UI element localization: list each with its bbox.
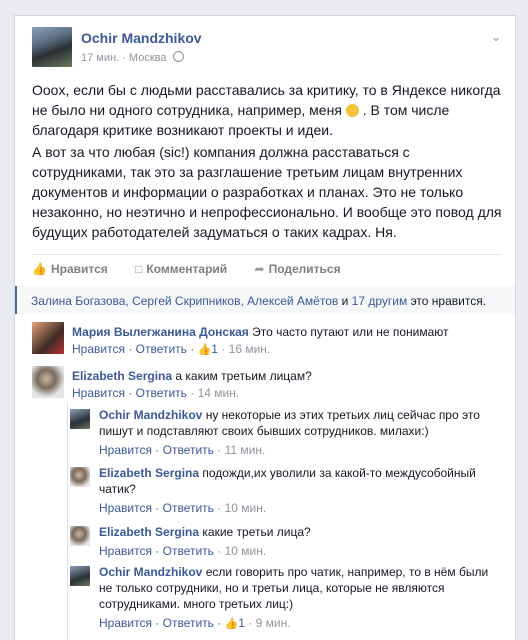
- reply-like-count[interactable]: 1: [238, 616, 245, 630]
- reply-body: Ochir Mandzhikov ну некоторые из этих тр…: [99, 407, 504, 458]
- comment-footer: Нравится · Ответить · 👍1 · 16 мин.: [72, 342, 271, 356]
- comment-label: Комментарий: [146, 262, 228, 276]
- replier-avatar[interactable]: [70, 526, 90, 546]
- author-avatar[interactable]: [32, 27, 72, 67]
- comment-author[interactable]: Мария Вылегжанина Донская: [72, 325, 249, 339]
- replier-avatar[interactable]: [70, 409, 90, 429]
- comment-author[interactable]: Elizabeth Sergina: [72, 369, 172, 383]
- reply-like-link[interactable]: Нравится: [99, 544, 152, 558]
- comment-body: Мария Вылегжанина Донская Это часто пута…: [72, 324, 502, 358]
- replies-thread-line: [67, 403, 68, 640]
- reply-reply-link[interactable]: Ответить: [163, 501, 214, 515]
- post-paragraph-1: Оооx, если бы с людьми расставались за к…: [32, 80, 502, 140]
- commenter-avatar[interactable]: [32, 366, 64, 398]
- reply-time[interactable]: 9 мин.: [256, 616, 291, 630]
- reply-like-link[interactable]: Нравится: [99, 616, 152, 630]
- comment-time[interactable]: 16 мин.: [229, 342, 271, 356]
- comment-reply-link[interactable]: Ответить: [136, 386, 187, 400]
- reply-author[interactable]: Ochir Mandzhikov: [99, 565, 202, 579]
- divider: [32, 254, 502, 255]
- share-button[interactable]: ➦ Поделиться: [255, 262, 341, 276]
- share-label: Поделиться: [268, 262, 341, 276]
- comment-time[interactable]: 14 мин.: [198, 386, 240, 400]
- comment-button[interactable]: □ Комментарий: [135, 262, 227, 276]
- post-author[interactable]: Ochir Mandzhikov: [81, 30, 202, 46]
- like-label: Нравится: [50, 262, 108, 276]
- post-paragraph-2: А вот за что любая (sic!) компания должн…: [32, 144, 502, 240]
- replier-avatar[interactable]: [70, 566, 90, 586]
- likes-and: и: [341, 294, 349, 308]
- likes-summary: Залина Богазова, Сергей Скрипников, Алек…: [15, 286, 515, 314]
- likers-names[interactable]: Залина Богазова, Сергей Скрипников, Алек…: [31, 294, 338, 308]
- reply-author[interactable]: Elizabeth Sergina: [99, 525, 199, 539]
- likers-others-link[interactable]: 17 другим: [352, 294, 408, 308]
- comment-icon: □: [135, 262, 143, 276]
- reply-like-link[interactable]: Нравится: [99, 501, 152, 515]
- thumbs-up-icon: 👍: [32, 262, 47, 276]
- thumbs-up-icon: 👍: [224, 618, 239, 630]
- reply-footer: Нравится · Ответить · 11 мин.: [99, 443, 266, 457]
- comment-footer: Нравится · Ответить · 14 мин.: [72, 386, 240, 400]
- reply-footer: Нравится · Ответить · 10 мин.: [99, 501, 267, 515]
- reply-time[interactable]: 10 мин.: [225, 501, 267, 515]
- reply-body: Elizabeth Sergina какие третьи лица? Нра…: [99, 524, 504, 559]
- commenter-avatar[interactable]: [32, 322, 64, 354]
- likes-suffix: это нравится.: [410, 294, 487, 308]
- comment-body: Elizabeth Sergina а каким третьим лицам?…: [72, 368, 502, 401]
- likes-text: Залина Богазова, Сергей Скрипников, Алек…: [31, 294, 486, 308]
- post-actions: 👍 Нравится □ Комментарий ➦ Поделиться: [32, 262, 502, 276]
- comment-text: а каким третьим лицам?: [175, 369, 312, 383]
- comment-text: Это часто путают или не понимают: [252, 325, 449, 339]
- reply-text: какие третьи лица?: [202, 525, 311, 539]
- share-arrow-icon: ➦: [254, 262, 265, 276]
- reply-footer: Нравится · Ответить · 10 мин.: [99, 544, 267, 558]
- reply-author[interactable]: Ochir Mandzhikov: [99, 408, 202, 422]
- smile-emoji-icon: [345, 104, 359, 117]
- post-time[interactable]: 17 мин.: [81, 52, 119, 64]
- comment-like-link[interactable]: Нравится: [72, 386, 125, 400]
- thumbs-up-icon: 👍: [197, 344, 212, 356]
- post-meta: 17 мин. · Москва: [81, 51, 184, 64]
- reply-like-link[interactable]: Нравится: [99, 443, 152, 457]
- reply-body: Ochir Mandzhikov если говорить про чатик…: [99, 564, 504, 632]
- globe-icon: [172, 51, 184, 62]
- chevron-down-icon[interactable]: ⌄: [491, 30, 501, 44]
- reply-author[interactable]: Elizabeth Sergina: [99, 466, 199, 480]
- reply-body: Elizabeth Sergina подожди,их уволили за …: [99, 465, 504, 516]
- reply-reply-link[interactable]: Ответить: [163, 544, 214, 558]
- comment-like-link[interactable]: Нравится: [72, 342, 125, 356]
- comment-reply-link[interactable]: Ответить: [136, 342, 187, 356]
- reply-time[interactable]: 10 мин.: [225, 544, 267, 558]
- reply-footer: Нравится · Ответить · 👍1 · 9 мин.: [99, 616, 291, 630]
- comment-like-count[interactable]: 1: [211, 342, 218, 356]
- post-location[interactable]: Москва: [129, 52, 167, 64]
- post-card: Ochir Mandzhikov 17 мин. · Москва ⌄ Оооx…: [14, 15, 516, 640]
- reply-reply-link[interactable]: Ответить: [163, 616, 214, 630]
- replier-avatar[interactable]: [70, 467, 90, 487]
- like-button[interactable]: 👍 Нравится: [32, 262, 108, 276]
- reply-time[interactable]: 11 мин.: [225, 443, 266, 457]
- reply-reply-link[interactable]: Ответить: [163, 443, 214, 457]
